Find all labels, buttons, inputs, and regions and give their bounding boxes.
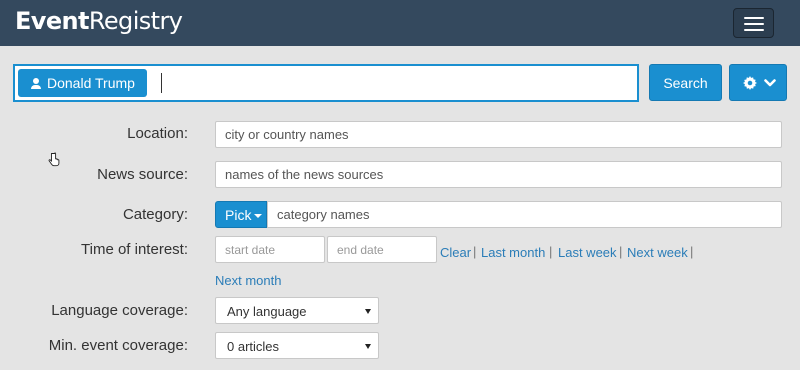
start-date-input[interactable] [215,236,325,263]
language-select-value: Any language [227,304,307,319]
language-coverage-label: Language coverage: [51,302,188,319]
location-label: Location: [127,125,188,142]
menu-toggle-button[interactable] [733,8,774,38]
brand-regular: Registry [88,7,183,35]
next-month-link[interactable]: Next month [215,273,281,288]
text-cursor [161,73,162,93]
caret-down-icon [254,214,262,218]
brand-logo[interactable]: EventRegistry [15,7,183,35]
news-source-input[interactable] [215,161,782,188]
link-separator: | [549,244,553,259]
search-box[interactable]: Donald Trump [13,64,639,102]
person-icon [31,78,41,89]
dropdown-arrow-icon [365,309,371,314]
link-separator: | [690,244,694,259]
language-select[interactable]: Any language [215,297,379,324]
category-label: Category: [122,206,188,223]
last-month-link[interactable]: Last month [481,245,545,260]
next-week-link[interactable]: Next week [627,245,688,260]
news-source-label: News source: [97,166,188,183]
navbar: EventRegistry [0,0,800,46]
hand-cursor-icon [48,152,60,167]
category-pick-button[interactable]: Pick [215,201,267,228]
chevron-down-icon [764,79,776,87]
link-separator: | [473,244,477,259]
link-separator: | [619,244,623,259]
min-coverage-select[interactable]: 0 articles [215,332,379,359]
location-input[interactable] [215,121,782,148]
keyword-input[interactable] [167,69,627,97]
brand-bold: Event [15,7,89,35]
pick-label: Pick [225,207,252,223]
last-week-link[interactable]: Last week [558,245,617,260]
gear-icon [743,76,757,90]
concept-tag-donald-trump[interactable]: Donald Trump [18,69,147,97]
min-coverage-select-value: 0 articles [227,339,280,354]
end-date-input[interactable] [327,236,437,263]
clear-link[interactable]: Clear [440,245,471,260]
time-of-interest-label: Time of interest: [81,241,188,258]
settings-button[interactable] [729,64,787,101]
min-event-coverage-label: Min. event coverage: [48,337,188,354]
category-input[interactable] [267,201,782,228]
concept-tag-label: Donald Trump [47,75,135,91]
dropdown-arrow-icon [365,344,371,349]
search-button[interactable]: Search [649,64,722,101]
